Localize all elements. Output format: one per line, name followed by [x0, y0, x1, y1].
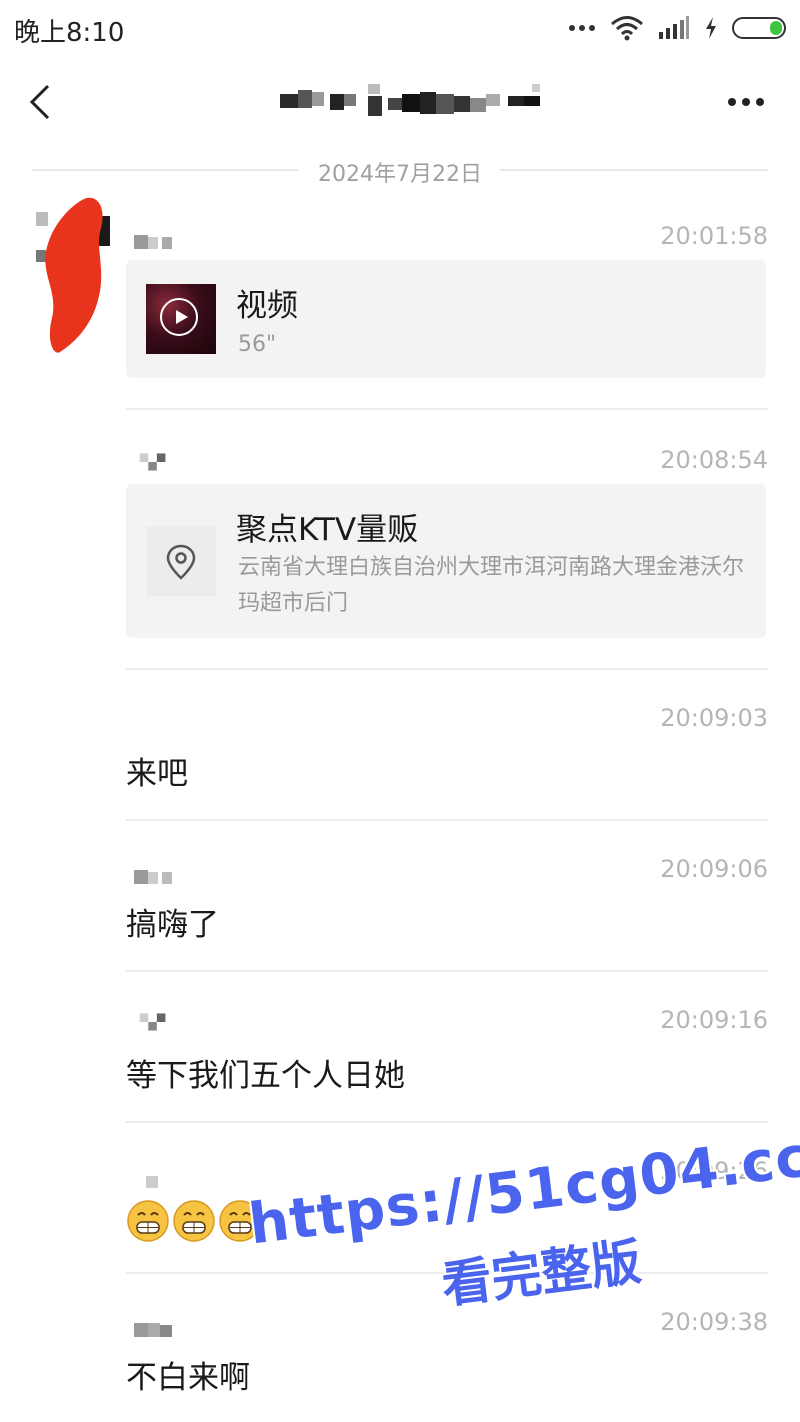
- sender-name-redacted: [146, 1176, 158, 1188]
- video-title: 视频: [236, 288, 298, 324]
- video-card[interactable]: 视频 56": [126, 260, 766, 378]
- message-time: 20:09:06: [660, 855, 768, 883]
- message-time: 20:09:38: [660, 1308, 768, 1336]
- message-text: 不白来啊: [126, 1360, 250, 1396]
- sender-name-redacted: [134, 1323, 172, 1337]
- nav-bar: [0, 60, 800, 144]
- video-duration: 56": [238, 332, 277, 357]
- divider: [126, 970, 768, 972]
- emoji-row: [126, 1199, 262, 1243]
- message-item: 20:09:03 来吧: [126, 704, 768, 804]
- status-icons: [568, 12, 786, 44]
- divider: [126, 819, 768, 821]
- more-horizontal-icon: [728, 98, 764, 106]
- video-thumbnail[interactable]: [146, 284, 216, 354]
- sender-name-redacted: [139, 453, 166, 471]
- divider: [126, 668, 768, 670]
- chat-title: [280, 84, 552, 120]
- location-icon-box: [146, 526, 216, 596]
- message-item: 20:09:38 不白来啊: [126, 1308, 768, 1408]
- sender-name-redacted: [134, 235, 172, 249]
- message-text: 等下我们五个人日她: [126, 1058, 405, 1094]
- more-options-button[interactable]: [722, 86, 770, 118]
- location-address: 云南省大理白族自治州大理市洱河南路大理金港沃尔玛超市后门: [238, 555, 745, 616]
- avatar[interactable]: [36, 192, 112, 358]
- message-time: 20:09:16: [660, 1006, 768, 1034]
- back-button[interactable]: [22, 78, 62, 126]
- battery-icon: [732, 17, 786, 39]
- location-title: 聚点KTV量贩: [236, 512, 419, 548]
- message-time: 20:01:58: [660, 222, 768, 250]
- location-pin-icon: [166, 544, 196, 580]
- message-item: 20:09:16 等下我们五个人日她: [126, 1006, 768, 1106]
- message-item: 20:09:06 搞嗨了: [126, 855, 768, 955]
- location-card[interactable]: 聚点KTV量贩 云南省大理白族自治州大理市洱河南路大理金港沃尔玛超市后门: [126, 484, 766, 638]
- divider: [126, 1272, 768, 1274]
- sender-name-redacted: [139, 1013, 166, 1031]
- status-time: 晚上8:10: [14, 18, 125, 48]
- date-separator: 2024年7月22日: [32, 150, 768, 190]
- wifi-icon: [611, 16, 643, 41]
- charging-icon: [706, 17, 716, 39]
- grin-emoji-icon: [219, 1200, 261, 1242]
- message-text: 来吧: [126, 756, 188, 792]
- message-item: 20:01:58 视频 56": [126, 222, 768, 382]
- status-bar: 晚上8:10: [0, 0, 800, 56]
- more-dots-icon: [569, 25, 595, 31]
- battery-level: [770, 21, 782, 35]
- divider: [126, 408, 768, 410]
- message-time: 20:08:54: [660, 446, 768, 474]
- signal-icon: [659, 16, 689, 39]
- message-item: 20:09:26: [126, 1157, 768, 1257]
- message-text: 搞嗨了: [126, 907, 219, 943]
- chevron-left-icon: [29, 84, 50, 120]
- message-item: 20:08:54 聚点KTV量贩 云南省大理白族自治州大理市洱河南路大理金港沃尔…: [126, 446, 768, 642]
- pixelated-title-block: [280, 84, 540, 116]
- play-icon: [160, 298, 198, 336]
- grin-emoji-icon: [173, 1200, 215, 1242]
- sender-name-redacted: [134, 870, 172, 884]
- message-time: 20:09:03: [660, 704, 768, 732]
- date-line-right: [500, 169, 768, 171]
- message-time: 20:09:26: [660, 1157, 768, 1185]
- grin-emoji-icon: [127, 1200, 169, 1242]
- date-label: 2024年7月22日: [318, 162, 482, 187]
- divider: [126, 1121, 768, 1123]
